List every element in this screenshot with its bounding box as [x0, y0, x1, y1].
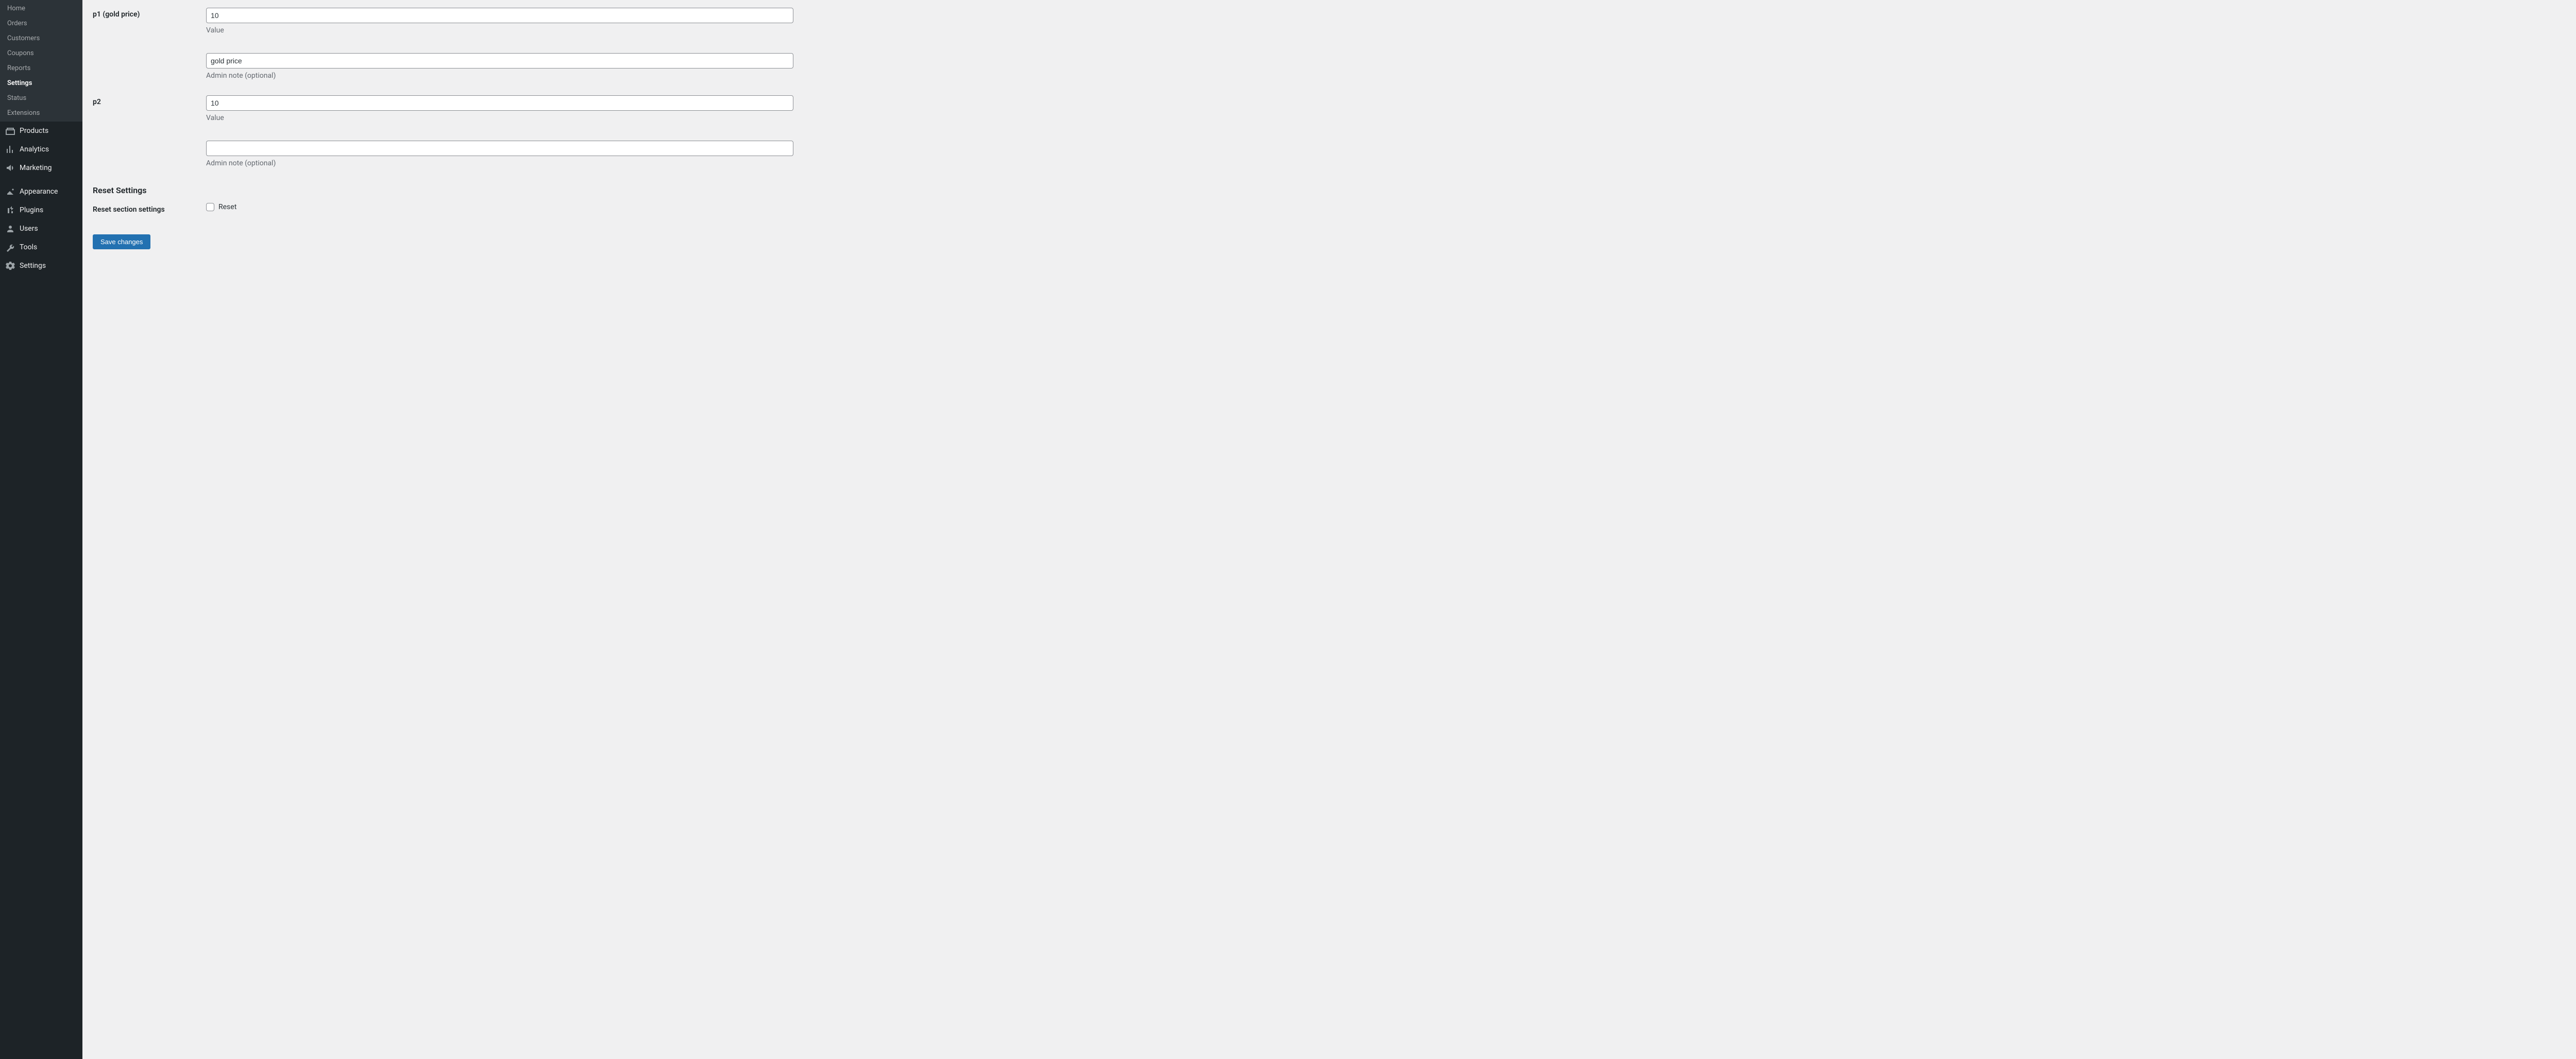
main-content: p1 (gold price) Value Admin note (option… — [82, 0, 2576, 1059]
row-p1: p1 (gold price) Value Admin note (option… — [93, 0, 2566, 88]
sidebar-sub-item-home[interactable]: Home — [0, 1, 82, 16]
sidebar-item-analytics[interactable]: Analytics — [0, 140, 82, 159]
sidebar-item-plugins[interactable]: Plugins — [0, 201, 82, 219]
sidebar-sub-label: Reports — [7, 64, 30, 72]
sidebar-sub-label: Coupons — [7, 49, 34, 57]
sidebar-sub-label: Status — [7, 94, 26, 102]
sidebar-item-label: Tools — [20, 243, 37, 251]
input-p2-value[interactable] — [206, 95, 793, 111]
admin-sidebar: Home Orders Customers Coupons Reports Se… — [0, 0, 82, 1059]
reset-checkbox-wrapper[interactable]: Reset — [206, 203, 2561, 211]
reset-checkbox[interactable] — [206, 203, 214, 211]
sidebar-item-tools[interactable]: Tools — [0, 238, 82, 257]
appearance-icon — [5, 186, 15, 197]
sidebar-item-label: Settings — [20, 262, 46, 270]
help-p2-value: Value — [206, 114, 793, 122]
help-p1-value: Value — [206, 26, 793, 35]
sidebar-item-label: Appearance — [20, 187, 58, 196]
input-p1-note[interactable] — [206, 53, 793, 69]
marketing-icon — [5, 163, 15, 173]
sidebar-item-settings[interactable]: Settings — [0, 257, 82, 275]
sidebar-separator — [0, 177, 82, 180]
sidebar-item-users[interactable]: Users — [0, 219, 82, 238]
sidebar-item-label: Users — [20, 225, 38, 233]
input-p1-value[interactable] — [206, 8, 793, 23]
sidebar-item-label: Plugins — [20, 206, 43, 214]
users-icon — [5, 224, 15, 234]
sidebar-sub-item-orders[interactable]: Orders — [0, 16, 82, 31]
save-changes-button[interactable]: Save changes — [93, 234, 150, 249]
products-icon — [5, 126, 15, 136]
sidebar-main-menu-b: Appearance Plugins Users Tools Settings — [0, 182, 82, 275]
row-reset: Reset section settings Reset — [93, 195, 2566, 224]
submit-row: Save changes — [93, 224, 2566, 249]
tools-icon — [5, 242, 15, 252]
sidebar-sub-label: Extensions — [7, 109, 40, 117]
sidebar-item-label: Analytics — [20, 145, 49, 153]
sidebar-sub-item-status[interactable]: Status — [0, 91, 82, 106]
sidebar-sub-label: Settings — [7, 79, 32, 87]
sidebar-sub-item-extensions[interactable]: Extensions — [0, 106, 82, 121]
label-reset: Reset section settings — [93, 195, 206, 224]
settings-icon — [5, 261, 15, 271]
label-p2: p2 — [93, 88, 206, 175]
label-p1: p1 (gold price) — [93, 0, 206, 88]
sidebar-submenu: Home Orders Customers Coupons Reports Se… — [0, 0, 82, 122]
sidebar-sub-item-customers[interactable]: Customers — [0, 31, 82, 46]
sidebar-item-label: Marketing — [20, 164, 52, 172]
section-title-reset: Reset Settings — [93, 175, 2566, 195]
help-p1-note: Admin note (optional) — [206, 72, 793, 80]
sidebar-item-marketing[interactable]: Marketing — [0, 159, 82, 177]
row-p2: p2 Value Admin note (optional) — [93, 88, 2566, 175]
reset-checkbox-label: Reset — [218, 203, 236, 211]
input-p2-note[interactable] — [206, 141, 793, 156]
help-p2-note: Admin note (optional) — [206, 159, 793, 167]
sidebar-item-label: Products — [20, 127, 48, 135]
sidebar-item-products[interactable]: Products — [0, 122, 82, 140]
sidebar-sub-label: Orders — [7, 20, 27, 27]
sidebar-sub-label: Customers — [7, 35, 40, 42]
analytics-icon — [5, 144, 15, 155]
sidebar-sub-item-coupons[interactable]: Coupons — [0, 46, 82, 61]
sidebar-sub-item-settings[interactable]: Settings — [0, 76, 82, 91]
plugins-icon — [5, 205, 15, 215]
sidebar-main-menu-a: Products Analytics Marketing — [0, 122, 82, 177]
settings-form-table: p1 (gold price) Value Admin note (option… — [93, 0, 2566, 175]
sidebar-sub-label: Home — [7, 5, 25, 12]
reset-form-table: Reset section settings Reset — [93, 195, 2566, 224]
sidebar-item-appearance[interactable]: Appearance — [0, 182, 82, 201]
sidebar-sub-item-reports[interactable]: Reports — [0, 61, 82, 76]
